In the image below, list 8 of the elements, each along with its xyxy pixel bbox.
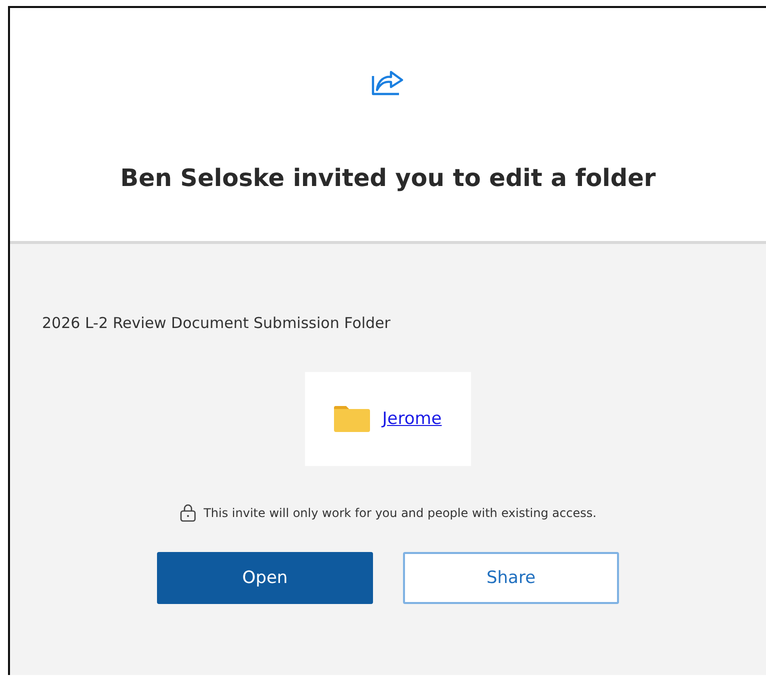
folder-icon (334, 406, 370, 432)
folder-path: 2026 L-2 Review Document Submission Folder (42, 314, 390, 332)
open-button[interactable]: Open (157, 552, 373, 604)
access-notice: This invite will only work for you and people with existing access. (204, 506, 596, 520)
share-button[interactable]: Share (403, 552, 619, 604)
folder-link[interactable]: Jerome (382, 409, 442, 429)
lock-icon (180, 504, 196, 522)
invite-title: Ben Seloske invited you to edit a folder (120, 164, 656, 192)
